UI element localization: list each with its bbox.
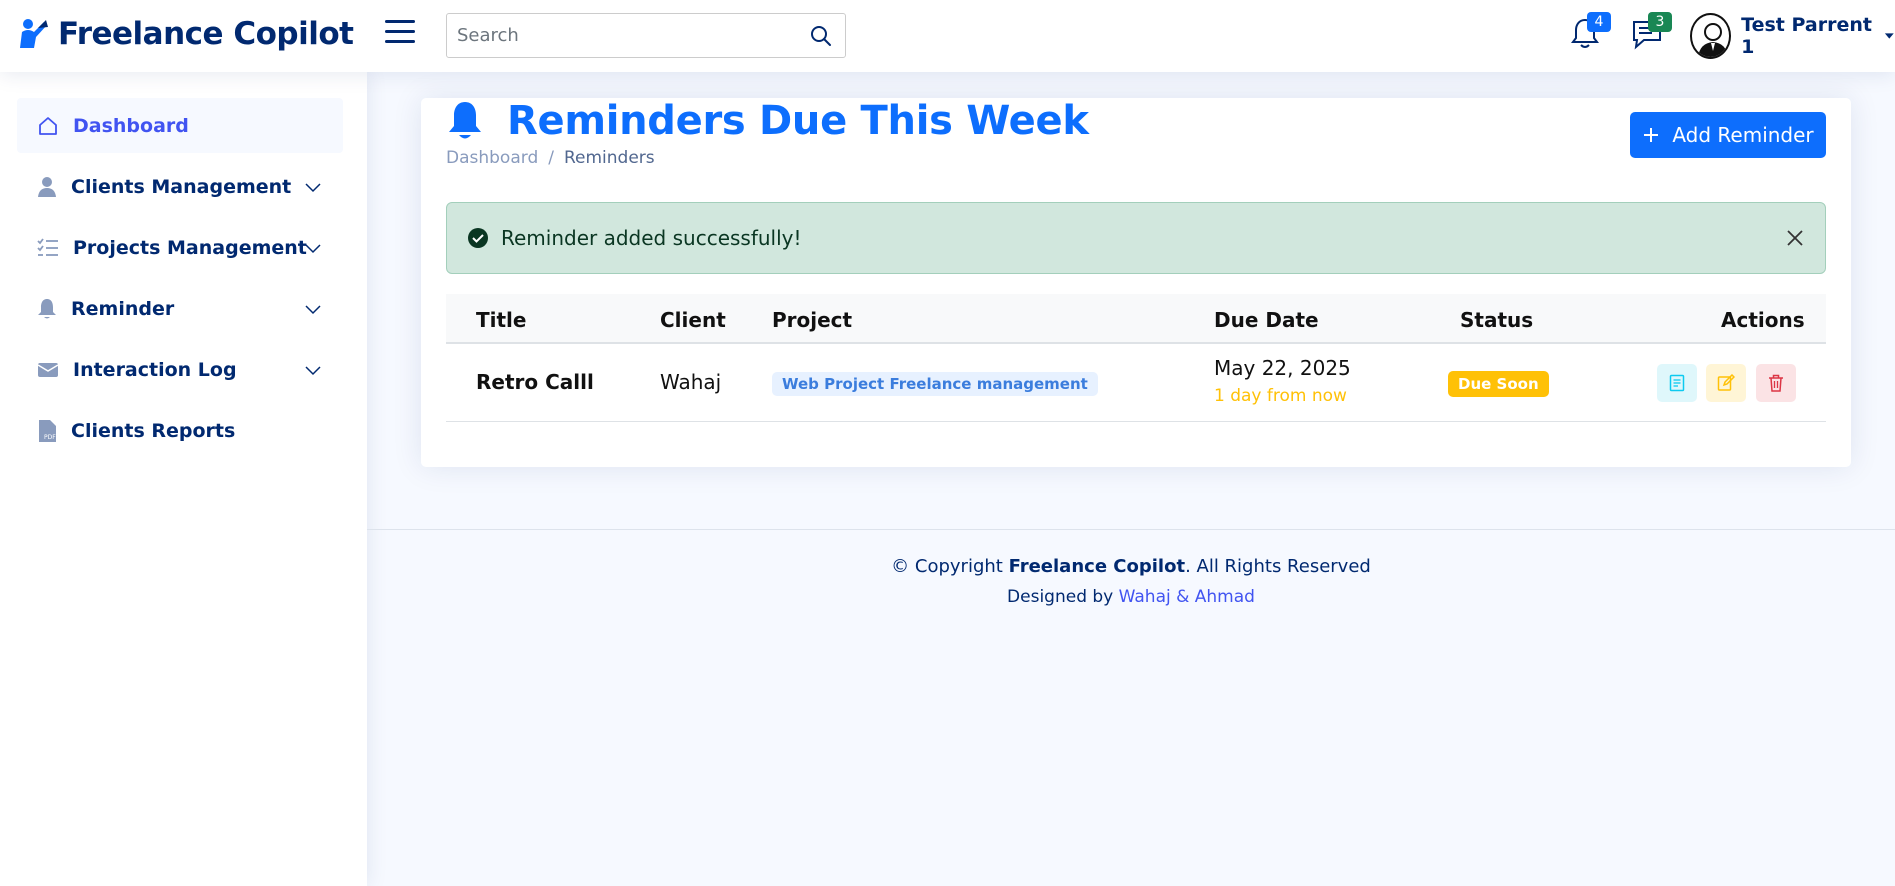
- svg-text:PDF: PDF: [44, 434, 56, 441]
- reminders-card: Reminders Due This Week Dashboard / Remi…: [421, 98, 1851, 467]
- sidebar-item-clients-reports[interactable]: PDF Clients Reports: [17, 403, 343, 458]
- delete-button[interactable]: [1756, 364, 1796, 402]
- chevron-down-icon: [305, 244, 321, 254]
- trash-icon: [1769, 374, 1783, 392]
- breadcrumb-reminders: Reminders: [563, 148, 655, 168]
- plus-icon: [1644, 128, 1659, 142]
- chevron-down-icon: [1885, 33, 1895, 39]
- sidebar-item-dashboard[interactable]: Dashboard: [17, 98, 343, 153]
- add-reminder-label: Add Reminder: [1672, 123, 1814, 147]
- column-header-actions: Actions: [1721, 308, 1805, 332]
- table-row: Retro Calll Wahaj Web Project Freelance …: [446, 344, 1826, 422]
- app-logo[interactable]: Freelance Copilot: [18, 16, 354, 52]
- reminder-title: Retro Calll: [476, 370, 594, 394]
- sidebar-item-label: Clients Management: [71, 175, 292, 198]
- messages-badge: 3: [1648, 12, 1672, 32]
- top-header: Freelance Copilot 4 3: [0, 0, 1895, 72]
- user-name: Test Parrent 1: [1741, 14, 1872, 58]
- notifications-button[interactable]: 4: [1569, 12, 1611, 52]
- footer: © Copyright Freelance Copilot. All Right…: [367, 556, 1895, 607]
- sidebar-item-label: Dashboard: [73, 114, 189, 137]
- search-input[interactable]: [447, 25, 787, 46]
- sidebar-item-label: Reminder: [71, 297, 175, 320]
- edit-button[interactable]: [1706, 364, 1746, 402]
- person-icon: [38, 176, 56, 197]
- messages-button[interactable]: 3: [1630, 12, 1672, 52]
- sidebar-item-projects-management[interactable]: Projects Management: [17, 220, 343, 275]
- logo-icon: [20, 19, 48, 48]
- sidebar: Dashboard Clients Management Projects Ma…: [0, 72, 367, 886]
- edit-icon: [1717, 374, 1735, 391]
- chevron-down-icon: [305, 183, 321, 193]
- column-header-status[interactable]: Status: [1460, 308, 1533, 332]
- sidebar-item-interaction-log[interactable]: Interaction Log: [17, 342, 343, 397]
- copyright-prefix: © Copyright: [891, 556, 1009, 577]
- column-header-title[interactable]: Title: [476, 308, 526, 332]
- breadcrumb: Dashboard / Reminders: [446, 148, 655, 168]
- document-icon: [1669, 374, 1685, 392]
- footer-divider: [367, 529, 1895, 530]
- pdf-file-icon: PDF: [39, 419, 56, 442]
- search-icon[interactable]: [809, 24, 833, 48]
- status-badge: Due Soon: [1448, 371, 1549, 397]
- designed-by-label: Designed by: [1007, 587, 1119, 607]
- envelope-icon: [37, 362, 59, 377]
- chevron-down-icon: [305, 366, 321, 376]
- check-circle-icon: [468, 228, 488, 248]
- add-reminder-button[interactable]: Add Reminder: [1630, 112, 1826, 158]
- search-bar: [446, 13, 846, 58]
- column-header-due-date[interactable]: Due Date: [1214, 308, 1319, 332]
- page-title: Reminders Due This Week: [507, 98, 1089, 144]
- sidebar-item-label: Clients Reports: [71, 419, 236, 442]
- column-header-client[interactable]: Client: [660, 308, 726, 332]
- sidebar-item-label: Interaction Log: [73, 358, 237, 381]
- sidebar-item-label: Projects Management: [73, 236, 307, 259]
- bell-icon: [38, 298, 56, 318]
- footer-brand: Freelance Copilot: [1008, 556, 1186, 577]
- bell-icon: [449, 102, 481, 139]
- success-alert: Reminder added successfully!: [446, 202, 1826, 274]
- home-icon: [39, 116, 57, 135]
- reminder-client: Wahaj: [660, 370, 722, 394]
- avatar: [1690, 13, 1732, 59]
- designed-by-text: Designed by Wahaj & Ahmad: [367, 587, 1895, 607]
- chevron-down-icon: [305, 305, 321, 315]
- breadcrumb-separator: /: [548, 148, 554, 168]
- page-title-row: Reminders Due This Week: [445, 98, 1089, 144]
- reminders-table: Title Client Project Due Date Status Act…: [446, 294, 1826, 422]
- app-name: Freelance Copilot: [58, 16, 354, 52]
- toggle-sidebar-button[interactable]: [385, 20, 415, 46]
- alert-message: Reminder added successfully!: [501, 226, 802, 250]
- copyright-suffix: . All Rights Reserved: [1185, 556, 1371, 577]
- view-button[interactable]: [1657, 364, 1697, 402]
- sidebar-item-reminder[interactable]: Reminder: [17, 281, 343, 336]
- user-profile-menu[interactable]: Test Parrent 1: [1690, 13, 1895, 59]
- list-check-icon: [37, 237, 58, 256]
- breadcrumb-dashboard[interactable]: Dashboard: [446, 148, 538, 168]
- table-header: Title Client Project Due Date Status Act…: [446, 294, 1826, 344]
- project-badge: Web Project Freelance management: [772, 372, 1098, 396]
- notifications-badge: 4: [1587, 12, 1611, 32]
- copyright-text: © Copyright Freelance Copilot. All Right…: [367, 556, 1895, 577]
- due-date: May 22, 2025: [1214, 356, 1351, 380]
- sidebar-item-clients-management[interactable]: Clients Management: [17, 159, 343, 214]
- due-relative: 1 day from now: [1214, 386, 1347, 406]
- close-icon[interactable]: [1785, 228, 1805, 248]
- column-header-project[interactable]: Project: [772, 308, 852, 332]
- designers-link[interactable]: Wahaj & Ahmad: [1119, 587, 1255, 607]
